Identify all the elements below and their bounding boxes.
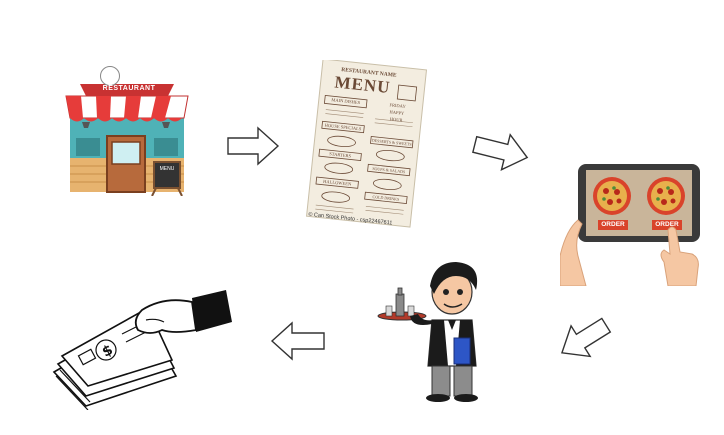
restaurant-sign: RESTAURANT	[102, 85, 156, 92]
arrow-icon	[270, 320, 326, 362]
menu-section-soups: SOUPS & SALADS	[372, 165, 406, 175]
menu-section-desserts: DESSERTS & SWEETS	[371, 137, 412, 147]
restaurant-menu-board: MENU	[159, 166, 175, 172]
menu-section-starters: STARTERS	[329, 151, 352, 159]
waiter-icon	[376, 258, 488, 402]
menu-section-halloween: HALLOWEEN	[322, 178, 352, 187]
arrow-icon	[226, 126, 280, 166]
restaurant-icon: RESTAURANT MENU	[62, 66, 192, 196]
menu-card-icon: RESTAURANT NAME MENU MAIN DISHES HOUSE S…	[296, 60, 436, 236]
menu-special-hour: HOUR	[389, 116, 403, 123]
arrow-icon	[554, 316, 614, 362]
menu-section-main: MAIN DISHES	[331, 97, 361, 106]
order-button-right: ORDER	[655, 221, 679, 228]
cash-payment-icon: $	[46, 290, 232, 410]
tablet-order-icon: ORDER ORDER	[560, 158, 708, 286]
arrow-icon	[470, 128, 532, 174]
menu-section-house: HOUSE SPECIALS	[324, 122, 362, 132]
order-button-left: ORDER	[601, 221, 625, 228]
menu-section-drinks: COLD DRINKS	[372, 193, 400, 202]
order-flow-diagram: RESTAURANT MENU RESTAURANT NAME MENU MAI…	[0, 0, 724, 435]
